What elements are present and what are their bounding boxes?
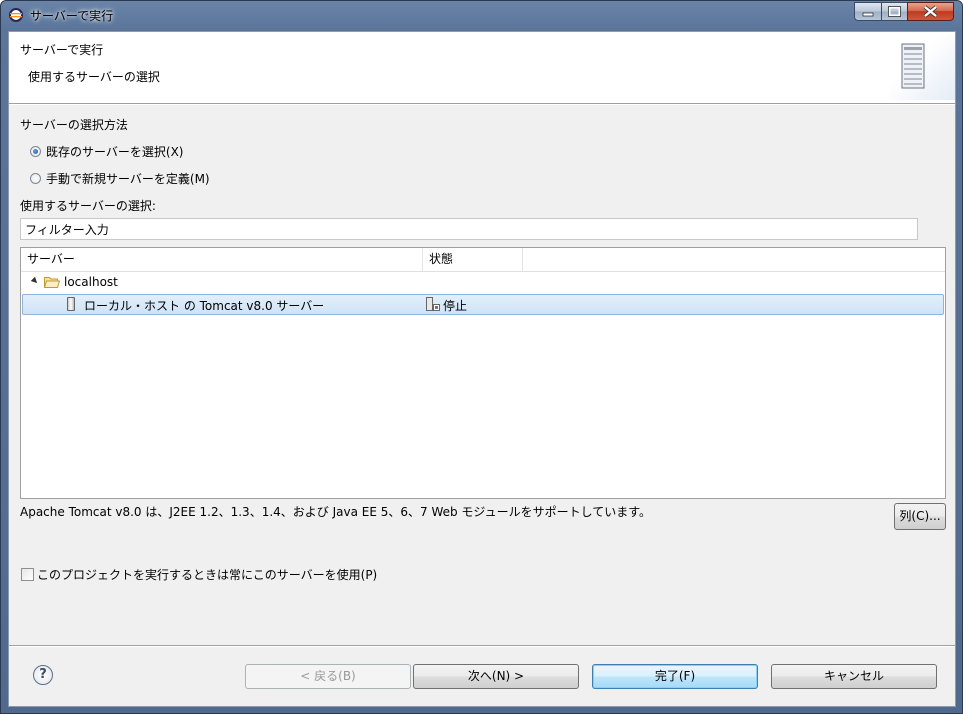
filter-field[interactable] xyxy=(20,218,918,240)
title-bar[interactable]: サーバーで実行 xyxy=(1,1,962,29)
page-title: サーバーで実行 xyxy=(20,43,104,57)
server-name: ローカル・ホスト の Tomcat v8.0 サーバー xyxy=(84,299,325,313)
maximize-button[interactable] xyxy=(881,2,908,21)
column-header-status[interactable]: 状態 xyxy=(423,248,523,271)
close-icon xyxy=(923,5,938,18)
manual-define-radio[interactable] xyxy=(30,173,41,184)
existing-server-radio-label[interactable]: 既存のサーバーを選択(X) xyxy=(46,143,183,160)
server-tower-icon xyxy=(901,43,925,89)
server-icon xyxy=(67,297,75,311)
eclipse-app-icon xyxy=(9,8,23,22)
filter-input[interactable] xyxy=(21,219,909,239)
dialog-client-area: サーバーで実行 使用するサーバーの選択 サーバーの選択方法 既存のサーバーを選択… xyxy=(8,31,956,707)
banner-separator xyxy=(9,104,955,105)
host-label: localhost xyxy=(64,275,118,289)
table-header: サーバー 状態 xyxy=(21,248,945,272)
columns-button[interactable]: 列(C)... xyxy=(894,503,946,530)
server-status: 停止 xyxy=(443,299,468,313)
manual-define-radio-label[interactable]: 手動で新規サーバーを定義(M) xyxy=(46,170,210,187)
server-description: Apache Tomcat v8.0 は、J2EE 1.2、1.3、1.4、およ… xyxy=(20,505,652,519)
dialog-window: サーバーで実行 サーバーで実行 使用するサーバーの選択 サーバーの選択方法 既存… xyxy=(0,0,963,714)
finish-button[interactable]: 完了(F) xyxy=(592,664,758,689)
expand-triangle-icon[interactable] xyxy=(30,276,40,286)
column-header-server[interactable]: サーバー xyxy=(21,248,423,271)
maximize-icon xyxy=(888,6,901,17)
banner-graphic xyxy=(889,34,955,100)
close-button[interactable] xyxy=(907,2,954,21)
server-stopped-icon xyxy=(426,297,440,311)
tree-node-localhost[interactable]: localhost xyxy=(22,272,944,292)
selection-method-label: サーバーの選択方法 xyxy=(20,118,128,132)
window-title: サーバーで実行 xyxy=(30,9,114,23)
minimize-button[interactable] xyxy=(854,2,882,21)
button-bar-separator-highlight xyxy=(9,646,955,647)
title-area: サーバーで実行 使用するサーバーの選択 xyxy=(9,32,955,104)
server-table[interactable]: サーバー 状態 localhost ローカル・ホスト の Tomcat v8.0… xyxy=(20,247,946,499)
minimize-icon xyxy=(862,12,874,17)
next-button[interactable]: 次へ(N) > xyxy=(413,664,579,689)
always-use-checkbox-label[interactable]: このプロジェクトを実行するときは常にこのサーバーを使用(P) xyxy=(37,566,377,583)
server-select-label: 使用するサーバーの選択: xyxy=(20,199,156,213)
back-button[interactable]: < 戻る(B) xyxy=(245,664,411,689)
cancel-button[interactable]: キャンセル xyxy=(771,664,937,689)
help-button[interactable]: ? xyxy=(33,665,53,685)
page-message: 使用するサーバーの選択 xyxy=(28,70,160,84)
existing-server-radio[interactable] xyxy=(30,146,41,157)
always-use-checkbox[interactable] xyxy=(21,568,34,581)
table-row[interactable]: ローカル・ホスト の Tomcat v8.0 サーバー 停止 xyxy=(22,294,944,315)
folder-open-icon xyxy=(44,277,60,288)
